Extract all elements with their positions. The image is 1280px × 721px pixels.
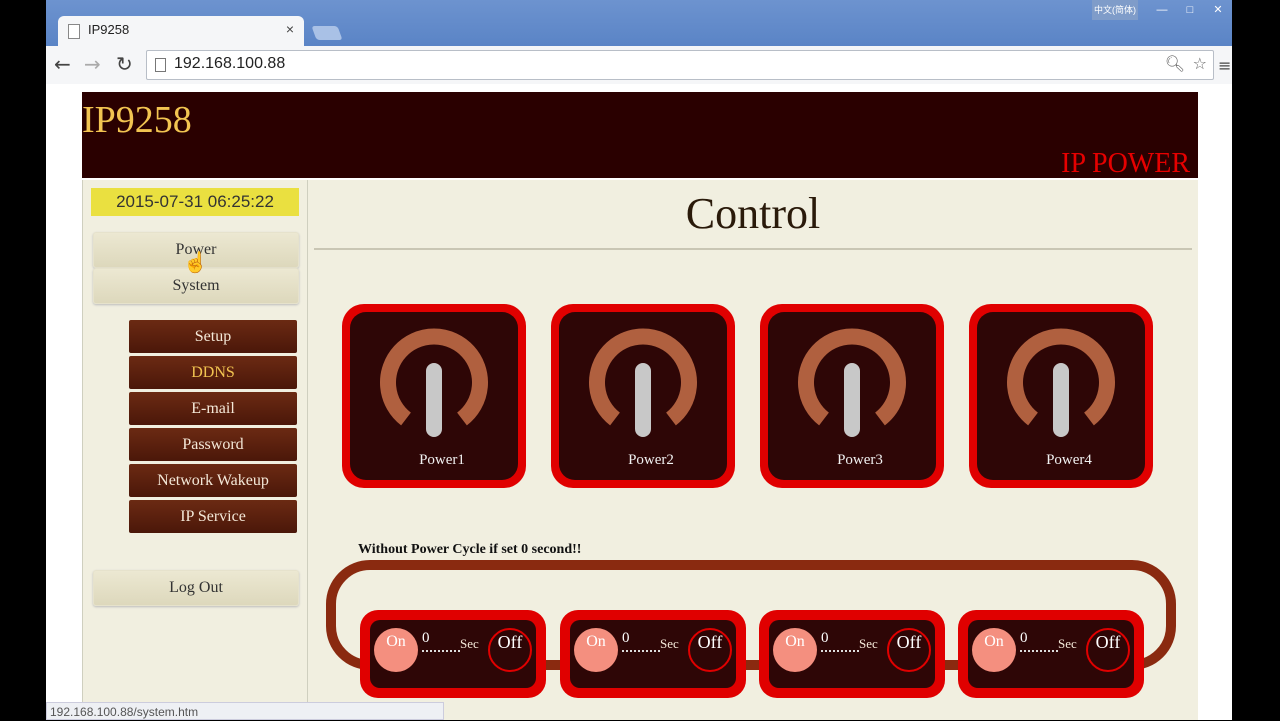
power-icon <box>798 328 906 439</box>
submenu-network-wakeup[interactable]: Network Wakeup <box>129 464 297 497</box>
close-window-icon[interactable]: ✕ <box>1204 0 1232 20</box>
browser-tab[interactable]: IP9258 × <box>58 16 304 46</box>
tab-title: IP9258 <box>88 22 130 37</box>
seconds-input[interactable]: 0 <box>821 630 829 647</box>
timer-panel-2: On 0 Sec Off <box>560 610 746 698</box>
menu-icon[interactable]: ≡ <box>1218 56 1231 75</box>
forward-icon[interactable]: → <box>84 52 101 76</box>
off-button[interactable]: Off <box>688 628 732 672</box>
on-button[interactable]: On <box>972 628 1016 672</box>
on-button[interactable]: On <box>773 628 817 672</box>
browser-chrome: IP9258 × 中文(简体) — □ ✕ ← → ↻ 192.168.100.… <box>46 0 1232 90</box>
reload-icon[interactable]: ↻ <box>116 52 133 76</box>
submenu-ip-service[interactable]: IP Service <box>129 500 297 533</box>
submenu-email[interactable]: E-mail <box>129 392 297 425</box>
off-button[interactable]: Off <box>488 628 532 672</box>
main-panel: Control Power1 Power2 Power3 Power4 With… <box>308 180 1198 720</box>
window-controls: 中文(简体) — □ ✕ <box>1092 0 1232 20</box>
power-label: Power2 <box>628 452 674 468</box>
url-text[interactable]: 192.168.100.88 <box>174 55 285 73</box>
bookmark-star-icon[interactable]: ☆ <box>1193 54 1207 73</box>
page-icon <box>68 24 80 39</box>
on-button[interactable]: On <box>574 628 618 672</box>
tab-bar: IP9258 × 中文(简体) — □ ✕ <box>46 0 1232 46</box>
power-button-2[interactable]: Power2 <box>551 304 735 488</box>
search-icon[interactable]: 🔍︎ <box>1165 54 1185 73</box>
clock-display: 2015-07-31 06:25:22 <box>91 188 299 216</box>
submenu-password[interactable]: Password <box>129 428 297 461</box>
ime-indicator[interactable]: 中文(简体) <box>1092 0 1138 20</box>
power-label: Power3 <box>837 452 883 468</box>
power-icon <box>1007 328 1115 439</box>
seconds-underline <box>1020 650 1058 652</box>
page-header: IP9258 IP POWER <box>82 92 1198 179</box>
title-divider <box>314 248 1192 250</box>
seconds-label: Sec <box>660 636 679 651</box>
seconds-label: Sec <box>460 636 479 651</box>
submenu-setup[interactable]: Setup <box>129 320 297 353</box>
brand-tagline: IP POWER <box>1061 148 1190 179</box>
seconds-input[interactable]: 0 <box>622 630 630 647</box>
seconds-underline <box>422 650 460 652</box>
page-title: Control <box>685 189 821 238</box>
timer-panel-1: On 0 Sec Off <box>360 610 546 698</box>
power-icon <box>589 328 697 439</box>
close-tab-icon[interactable]: × <box>286 21 294 37</box>
power-button-4[interactable]: Power4 <box>969 304 1153 488</box>
browser-toolbar: ← → ↻ 192.168.100.88 🔍︎ ☆ ≡ <box>46 46 1232 85</box>
power-label: Power4 <box>1046 452 1092 468</box>
minimize-icon[interactable]: — <box>1148 0 1176 20</box>
off-button[interactable]: Off <box>1086 628 1130 672</box>
power-button-1[interactable]: Power1 <box>342 304 526 488</box>
seconds-label: Sec <box>1058 636 1077 651</box>
status-bar: 192.168.100.88/system.htm <box>46 702 444 720</box>
seconds-input[interactable]: 0 <box>1020 630 1028 647</box>
seconds-input[interactable]: 0 <box>422 630 430 647</box>
submenu-ddns[interactable]: DDNS <box>129 356 297 389</box>
timer-panel-4: On 0 Sec Off <box>958 610 1144 698</box>
back-icon[interactable]: ← <box>54 52 71 76</box>
power-label: Power1 <box>419 452 465 468</box>
on-button[interactable]: On <box>374 628 418 672</box>
seconds-underline <box>821 650 859 652</box>
power-button-3[interactable]: Power3 <box>760 304 944 488</box>
page-icon <box>155 58 166 72</box>
logout-button[interactable]: Log Out <box>93 570 299 606</box>
brand-title: IP9258 <box>82 99 192 141</box>
seconds-underline <box>622 650 660 652</box>
timer-panel-3: On 0 Sec Off <box>759 610 945 698</box>
web-page: IP9258 IP POWER 2015-07-31 06:25:22 Powe… <box>46 84 1232 720</box>
off-button[interactable]: Off <box>887 628 931 672</box>
power-cycle-note: Without Power Cycle if set 0 second!! <box>358 542 582 557</box>
new-tab-button[interactable] <box>311 26 343 40</box>
maximize-icon[interactable]: □ <box>1176 0 1204 20</box>
mouse-cursor-icon: ☝ <box>183 252 208 274</box>
seconds-label: Sec <box>859 636 878 651</box>
power-icon <box>380 328 488 439</box>
address-bar[interactable]: 192.168.100.88 🔍︎ ☆ <box>146 50 1214 80</box>
